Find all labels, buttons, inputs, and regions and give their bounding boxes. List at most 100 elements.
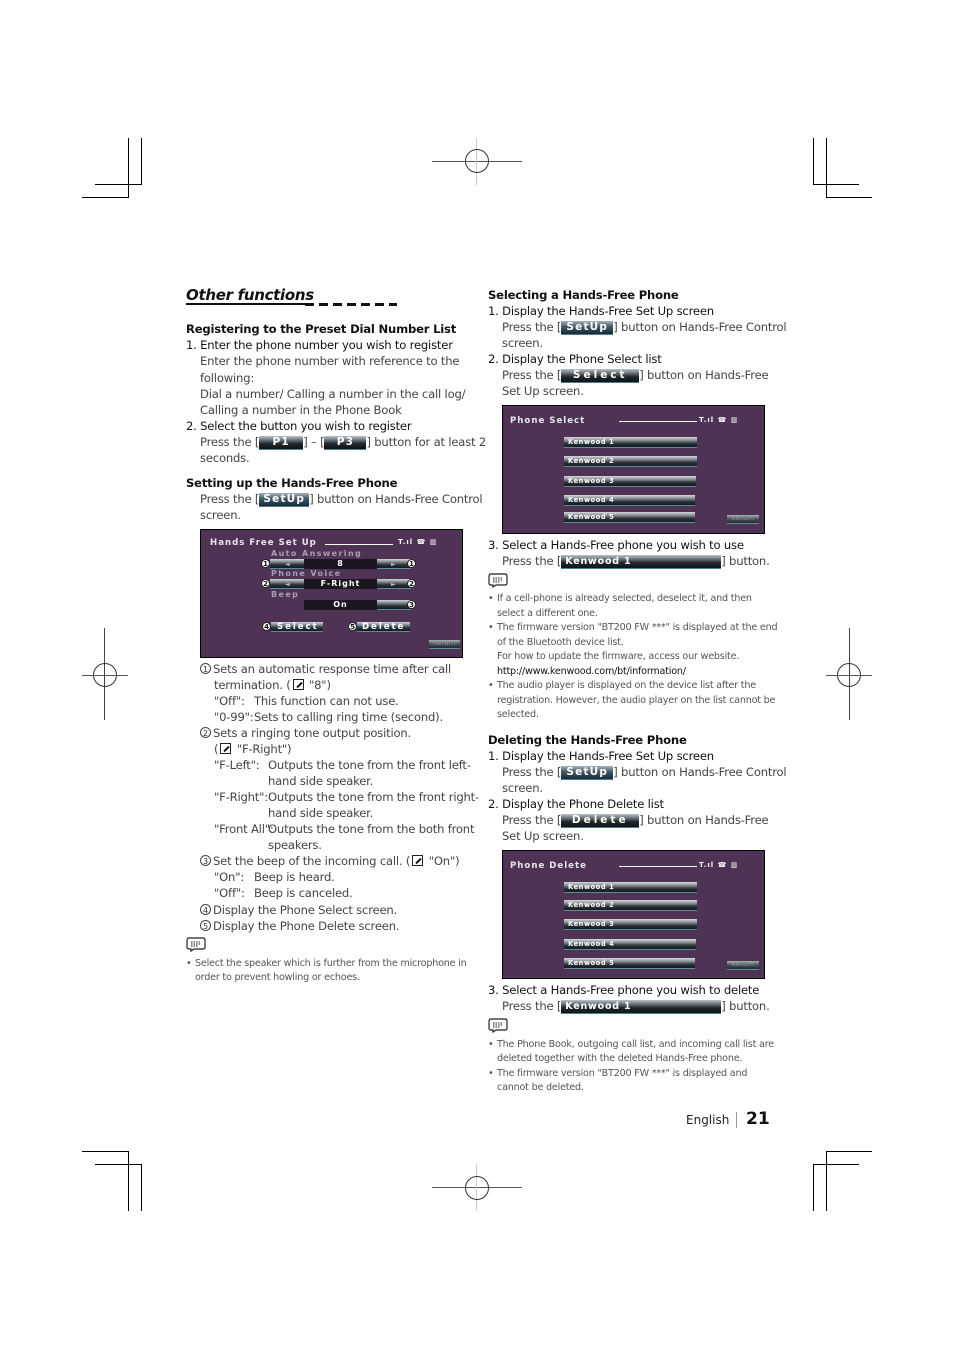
crop-mark-line: [141, 1164, 142, 1211]
phone-list-item[interactable]: Kenwood 3: [564, 476, 696, 487]
option-desc: Sets to calling ring time (second).: [254, 710, 443, 724]
phone-list-item[interactable]: Kenwood 1: [564, 882, 697, 893]
arrow-left-icon: ◄: [285, 581, 290, 588]
note-text: The Phone Book, outgoing call list, and …: [497, 1039, 774, 1050]
selecting-step3-title: 3. Select a Hands-Free phone you wish to…: [488, 538, 744, 552]
crop-mark-line: [826, 138, 827, 198]
crop-mark-line: [95, 184, 141, 185]
registering-step1-line: Calling a number in the Phone Book: [200, 403, 402, 417]
p1-button[interactable]: P1: [259, 435, 304, 450]
screen-title: Hands Free Set Up: [210, 538, 317, 548]
footer-divider: [736, 1112, 737, 1128]
phone-voice-value: F-Right: [304, 579, 377, 589]
phone-list-item[interactable]: Kenwood 2: [564, 900, 697, 911]
note-text: deleted together with the deleted Hands-…: [497, 1053, 743, 1064]
text: (: [214, 742, 219, 756]
text: Press the [: [200, 435, 260, 449]
phone-list-item[interactable]: Kenwood 1: [564, 437, 697, 448]
auto-answering-label: Auto Answering: [271, 549, 363, 558]
text: termination. (: [214, 678, 291, 692]
callout-3-icon: 3: [407, 600, 416, 609]
note-bullet: •: [488, 593, 494, 604]
option-key: "Off":: [214, 886, 245, 900]
kenwood-info-link[interactable]: http://www.kenwood.com/bt/information/: [497, 665, 686, 680]
explanation-4: 4 Display the Phone Select screen.: [200, 902, 397, 918]
text: ] – [: [303, 435, 325, 449]
note-bullet: •: [488, 1068, 494, 1079]
explanation-1-line2: termination. ( "8"): [214, 677, 331, 693]
beep-value: On: [304, 600, 377, 610]
crop-mark-line: [128, 138, 129, 198]
screen-title: Phone Select: [510, 416, 586, 426]
circled-2-icon: 2: [200, 727, 211, 738]
return-button[interactable]: Return: [727, 961, 759, 970]
deleting-step1-line: Press the [SetUp] button on Hands-Free C…: [502, 764, 787, 780]
phone-list-item[interactable]: Kenwood 5: [564, 958, 695, 969]
phone-list-item[interactable]: Kenwood 4: [564, 495, 695, 506]
note-memo-icon: [488, 573, 508, 588]
phone-list-item[interactable]: Kenwood 4: [564, 939, 696, 950]
auto-answering-value: 8: [304, 559, 377, 569]
option-key: "F-Left":: [214, 758, 260, 772]
note-bullet: •: [488, 622, 494, 633]
crop-mark-line: [82, 197, 129, 198]
note-bullet: •: [186, 958, 192, 969]
screen-title-rule: [619, 421, 697, 422]
callout-1-icon: 1: [407, 559, 416, 568]
phone-select-screen: Phone Select T.ıl ☎ ▥ Kenwood 1 Kenwood …: [502, 405, 765, 534]
deleting-step3-title: 3. Select a Hands-Free phone you wish to…: [488, 983, 760, 997]
arrow-right-icon: ►: [391, 561, 396, 568]
option-desc: speakers.: [268, 838, 322, 852]
crop-mark-line: [141, 138, 142, 185]
phone-list-item[interactable]: Kenwood 5: [564, 512, 695, 523]
note-memo-icon: [186, 937, 206, 952]
setup-button[interactable]: SetUp: [561, 320, 614, 335]
kenwood-1-button[interactable]: Kenwood 1: [561, 554, 722, 569]
text: Press the [: [502, 320, 562, 334]
crop-mark-line: [826, 1151, 827, 1211]
delete-button-label: Delete: [362, 622, 406, 632]
registering-step1-line: Dial a number/ Calling a number in the c…: [200, 387, 466, 401]
text: ] button for at least 2: [366, 435, 487, 449]
deleting-step3-line: Press the [Kenwood 1] button.: [502, 998, 770, 1014]
option-key: "0-99":: [214, 710, 254, 724]
note-text: selected.: [497, 709, 539, 720]
setup-button[interactable]: SetUp: [561, 765, 614, 780]
option-desc: hand side speaker.: [268, 806, 374, 820]
crop-mark-line: [813, 1164, 814, 1211]
note-memo-icon: [488, 1018, 508, 1033]
p3-button[interactable]: P3: [324, 435, 367, 450]
registering-step1-title: 1. Enter the phone number you wish to re…: [186, 338, 453, 352]
text: ] button on Hands-Free Control: [613, 320, 787, 334]
status-icons: T.ıl ☎ ▥: [699, 416, 739, 424]
phone-list-item[interactable]: Kenwood 3: [564, 919, 697, 930]
selecting-step3-line: Press the [Kenwood 1] button.: [502, 553, 770, 569]
phone-list-item[interactable]: Kenwood 2: [564, 456, 697, 467]
note-text: cannot be deleted.: [497, 1082, 584, 1093]
beep-toggle-button[interactable]: [377, 600, 411, 610]
setup-button[interactable]: SetUp: [259, 492, 310, 507]
select-button[interactable]: Select: [561, 368, 640, 383]
page-number: 21: [746, 1109, 770, 1129]
option-desc: Beep is heard.: [254, 870, 335, 884]
text: Press the [: [502, 765, 562, 779]
setting-up-line: Press the [SetUp] button on Hands-Free C…: [200, 491, 483, 507]
text: ] button on Hands-Free Control: [309, 492, 483, 506]
return-button[interactable]: Return: [727, 515, 759, 524]
explanation-3: 3 Set the beep of the incoming call. ( "O…: [200, 853, 460, 869]
selecting-step1-line: Press the [SetUp] button on Hands-Free C…: [502, 319, 787, 335]
option-desc: Outputs the tone from the both front: [268, 822, 475, 836]
option-key: "Front All":: [214, 822, 274, 836]
text: ] button on Hands-Free: [639, 368, 769, 382]
kenwood-1-button[interactable]: Kenwood 1: [561, 999, 722, 1014]
option-key: "F-Right":: [214, 790, 268, 804]
note-text: The audio player is displayed on the dev…: [497, 680, 756, 691]
text: Display the Phone Select screen.: [213, 903, 398, 917]
delete-button[interactable]: Delete: [561, 813, 640, 828]
return-button[interactable]: Return: [429, 640, 460, 649]
text: ] button.: [721, 999, 770, 1013]
selecting-step2-line2: Set Up screen.: [502, 384, 584, 398]
circled-5-icon: 5: [200, 920, 211, 931]
deleting-heading: Deleting the Hands-Free Phone: [488, 733, 687, 747]
text: Display the Phone Delete screen.: [213, 919, 400, 933]
